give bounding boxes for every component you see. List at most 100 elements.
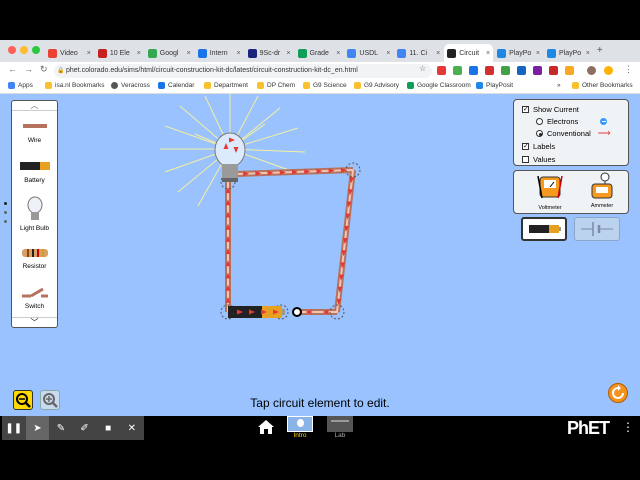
wires[interactable] <box>225 167 356 315</box>
electrons-radio[interactable]: Electrons <box>536 117 608 126</box>
back-icon[interactable]: ← <box>8 64 17 74</box>
minimize-window-icon[interactable] <box>20 46 28 54</box>
ammeter-tool[interactable]: Ammeter <box>584 172 620 212</box>
bookmark-star-icon[interactable]: ☆ <box>419 64 426 73</box>
scroll-up-button[interactable]: ︿ <box>12 101 57 111</box>
close-tab-icon[interactable]: × <box>586 50 590 57</box>
browser-tab[interactable]: PlayPo × <box>494 44 543 62</box>
forward-icon[interactable]: → <box>24 64 33 74</box>
pen-button[interactable]: ✎ <box>49 416 73 440</box>
pointer-button[interactable]: ➤ <box>25 416 50 440</box>
close-tab-icon[interactable]: × <box>486 50 490 57</box>
browser-tab[interactable]: 10 Ele × <box>95 44 144 62</box>
extension-icon[interactable] <box>437 66 446 75</box>
extension-icon[interactable] <box>517 66 526 75</box>
close-tab-icon[interactable]: × <box>137 50 141 57</box>
folder-icon <box>354 82 361 89</box>
close-tab-icon[interactable]: × <box>87 50 91 57</box>
page-indicator[interactable] <box>4 202 8 226</box>
avatar[interactable] <box>587 66 596 75</box>
browser-tab[interactable]: USDL × <box>344 44 393 62</box>
bookmark-overflow[interactable]: » <box>557 82 561 89</box>
toolbox-switch[interactable]: Switch <box>12 285 57 310</box>
bookmark-other[interactable]: Other Bookmarks <box>572 82 633 89</box>
zoom-in-button[interactable] <box>40 390 60 410</box>
close-tab-icon[interactable]: × <box>187 50 191 57</box>
chevron-right-icon: » <box>557 82 561 89</box>
browser-tab[interactable]: Grade × <box>295 44 344 62</box>
labels-checkbox[interactable]: ✓ Labels <box>522 142 555 151</box>
bookmark-playposit[interactable]: PlayPosit <box>476 82 513 89</box>
bookmark-dp-chem[interactable]: DP Chem <box>257 82 295 89</box>
bookmark-department[interactable]: Department <box>204 82 248 89</box>
light-bulb-icon <box>27 196 42 220</box>
close-tab-icon[interactable]: × <box>536 50 540 57</box>
bookmark-g9-advisory[interactable]: G9 Advisory <box>354 82 399 89</box>
toolbox-light-bulb[interactable]: Light Bulb <box>12 195 57 232</box>
highlighter-button[interactable]: ✐ <box>73 416 97 440</box>
bookmark-apps[interactable]: Apps <box>8 82 33 89</box>
extension-icon[interactable] <box>549 66 558 75</box>
address-bar[interactable]: 🔒 phet.colorado.edu/sims/html/circuit-co… <box>54 64 432 78</box>
bookmark-isa[interactable]: isa.nl Bookmarks <box>45 82 105 89</box>
page-dot[interactable] <box>4 202 7 205</box>
close-window-icon[interactable] <box>8 46 16 54</box>
browser-tab[interactable]: Circuit × <box>444 44 494 62</box>
close-tab-icon[interactable]: × <box>436 50 440 57</box>
maximize-window-icon[interactable] <box>32 46 40 54</box>
tab-label: Googl <box>159 49 179 57</box>
screen-intro-button[interactable]: Intro <box>287 416 313 439</box>
pause-button[interactable]: ❚❚ <box>2 416 26 440</box>
extension-icon[interactable] <box>469 66 478 75</box>
lifelike-view-button[interactable] <box>521 217 567 241</box>
switch-node[interactable] <box>292 307 302 317</box>
voltmeter-tool[interactable]: Voltmeter <box>532 174 568 212</box>
toolbox-battery[interactable]: Battery <box>12 157 57 184</box>
browser-tab[interactable]: Video × <box>45 44 94 62</box>
extension-icon[interactable] <box>565 66 574 75</box>
close-annotation-button[interactable]: ✕ <box>120 416 144 440</box>
extension-icon[interactable] <box>485 66 494 75</box>
phet-logo[interactable]: PhET <box>567 418 610 439</box>
zoom-out-button[interactable] <box>13 390 33 410</box>
screen-lab-button[interactable]: Lab <box>327 416 353 439</box>
close-tab-icon[interactable]: × <box>286 50 290 57</box>
close-tab-icon[interactable]: × <box>336 50 340 57</box>
component-toolbox[interactable]: ︿ Wire Battery Light Bulb Resistor Switc… <box>11 100 58 328</box>
phet-menu-button[interactable]: ⋮ <box>622 420 634 436</box>
reset-all-button[interactable] <box>608 383 628 403</box>
camera-button[interactable]: ■ <box>96 416 120 440</box>
bookmark-veracross[interactable]: Veracross <box>111 82 150 89</box>
browser-tab[interactable]: PlayPo × <box>544 44 593 62</box>
bookmark-g9-science[interactable]: G9 Science <box>303 82 347 89</box>
reload-icon[interactable]: ↻ <box>40 64 48 75</box>
close-tab-icon[interactable]: × <box>386 50 390 57</box>
tab-label: Intern <box>209 49 228 57</box>
browser-tab[interactable]: Googl × <box>145 44 194 62</box>
pause-icon: ❚❚ <box>5 422 23 434</box>
schematic-view-button[interactable] <box>574 217 620 241</box>
page-dot[interactable] <box>4 211 7 214</box>
extension-icon[interactable] <box>453 66 462 75</box>
home-button[interactable] <box>257 419 275 435</box>
extension-icon[interactable] <box>501 66 510 75</box>
toolbox-resistor[interactable]: Resistor <box>12 245 57 270</box>
values-checkbox[interactable]: Values <box>522 155 555 164</box>
new-tab-icon[interactable]: + <box>597 45 603 56</box>
toolbox-wire[interactable]: Wire <box>12 117 57 144</box>
simulation-area[interactable]: ︿ Wire Battery Light Bulb Resistor Switc… <box>0 94 640 416</box>
conventional-radio[interactable]: Conventional ⟶ <box>536 128 611 139</box>
bookmark-google-classroom[interactable]: Google Classroom <box>407 82 471 89</box>
show-current-checkbox[interactable]: ✓ Show Current <box>522 105 579 114</box>
scroll-down-button[interactable]: ﹀ <box>12 317 57 327</box>
close-tab-icon[interactable]: × <box>236 50 240 57</box>
browser-tab[interactable]: Intern × <box>195 44 244 62</box>
page-dot[interactable] <box>4 220 7 223</box>
bookmark-calendar[interactable]: Calendar <box>158 82 194 89</box>
close-icon: ✕ <box>127 422 136 434</box>
browser-tab[interactable]: 11. Ci × <box>394 44 443 62</box>
extension-icon[interactable] <box>533 66 542 75</box>
browser-tab[interactable]: 9Sc-dr × <box>245 44 294 62</box>
emoji-extension-icon[interactable] <box>604 66 613 75</box>
menu-icon[interactable]: ⋮ <box>624 64 633 75</box>
